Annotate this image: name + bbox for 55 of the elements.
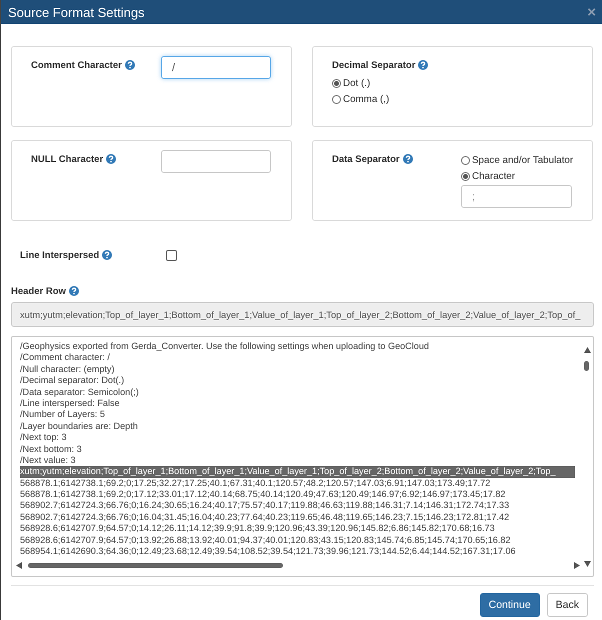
input-field[interactable] — [161, 150, 271, 173]
help-icon[interactable] — [418, 60, 428, 70]
text-line: 568954.1;6142690.3;64.36;0;12.49;23.68;12.49;39.54;108.52;39.54;121.73;39.96;121.73;144.52;6.44;144.52;167.31;17.06 — [20, 546, 517, 558]
help-icon[interactable] — [124, 60, 135, 70]
text-line: /Null character: (empty) — [20, 364, 116, 376]
text-line: /Layer boundaries are: Depth — [20, 420, 139, 432]
field-label: Line Interspersed — [20, 250, 100, 260]
radio-button[interactable] — [461, 172, 470, 180]
text-line: 568902.7;6142724.3;66.76;0;16.24;30.65;16.24;40.17;75.57;40.17;119.88;46.63;119.88;146.31;7.14;146.31;172.74;17.33 — [20, 500, 510, 512]
text-line: /Next bottom: 3 — [20, 444, 83, 455]
checkbox[interactable] — [166, 250, 177, 260]
radio-label: Character — [472, 170, 516, 182]
help-icon[interactable] — [68, 286, 79, 296]
input-field[interactable]: ; — [461, 185, 572, 208]
vertical-scrollbar[interactable] — [582, 347, 592, 567]
radio-button[interactable] — [332, 94, 341, 104]
up-arrow-icon[interactable] — [584, 347, 591, 353]
scrollbar-thumb[interactable] — [28, 563, 283, 568]
text-line: 568928.6;6142707.9;64.57;0;13.92;26.88;13.92;40.01;94.37;40.01;120.83;43.15;120.83;145.74;6.85;145.74;170.65;16.82 — [20, 534, 512, 546]
text-line: /Comment character: / — [20, 352, 111, 364]
down-arrow-icon[interactable] — [584, 561, 591, 567]
input-field: xutm;yutm;elevation;Top_of_layer_1;Bottom_of_layer_1;Value_of_layer_1;Top_of_layer_2;Bottom_of_layer_2;Value_of_layer_2;Top_of_ — [11, 302, 594, 327]
text-area[interactable] — [11, 336, 594, 577]
left-arrow-icon[interactable] — [16, 562, 22, 569]
help-icon[interactable] — [106, 154, 116, 164]
input-field[interactable]: / — [161, 56, 271, 79]
field-label: Header Row — [11, 286, 66, 296]
text-line: 568902.7;6142724.3;66.76;0;16.04;31.45;16.04;40.23;77.64;40.23;119.65;46.48;119.65;146.23;7.15;146.23;172.81;17.42 — [20, 512, 510, 524]
text-line: /Line interspersed: False — [20, 398, 121, 410]
text-line: /Data separator: Semicolon(;) — [20, 386, 140, 398]
help-icon[interactable] — [402, 154, 413, 164]
field-label: Data Separator — [332, 154, 400, 164]
scrollbar-thumb[interactable] — [584, 361, 589, 371]
field-label: Comment Character — [31, 60, 122, 70]
text-line: /Decimal separator: Dot(.) — [20, 375, 126, 387]
horizontal-scrollbar[interactable] — [16, 560, 580, 570]
radio-button[interactable] — [461, 156, 470, 164]
radio-label: Dot (.) — [343, 78, 370, 88]
radio-button[interactable] — [332, 78, 341, 88]
text-line: 568878.1;6142738.1;69.2;0;17.25;32.27;17.25;40.1;67.31;40.1;120.57;48.2;120.57;147.03;6.91;147.03;173.49;17.72 — [20, 478, 492, 490]
text-line: /Next value: 3 — [20, 454, 77, 466]
window-title: Source Format Settings — [8, 4, 145, 20]
field-label: Decimal Separator — [332, 60, 416, 70]
text-line: /Geophysics exported from Gerda_Converter. Use the following settings when uploading to GeoCloud — [20, 341, 430, 352]
text-line: 568928.6;6142707.9;64.57;0;14.12;26.11;14.12;39.9;91.8;39.9;120.96;43.39;120.96;145.82;6.86;145.82;170.68;16.73 — [20, 523, 496, 535]
text-line: 568878.1;6142738.1;69.2;0;17.12;33.01;17.12;40.14;68.75;40.14;120.49;47.63;120.49;146.97;6.92;146.97;173.45;17.82 — [20, 489, 506, 500]
radio-label: Space and/or Tabulator — [472, 154, 574, 166]
right-arrow-icon[interactable] — [574, 562, 580, 569]
back-button[interactable]: Back — [546, 593, 588, 617]
help-icon[interactable] — [102, 250, 112, 260]
radio-label: Comma (,) — [343, 94, 390, 104]
continue-button[interactable]: Continue — [480, 593, 540, 617]
field-label: NULL Character — [31, 154, 104, 164]
text-line: /Next top: 3 — [20, 432, 68, 444]
text-line: /Number of Layers: 5 — [20, 409, 106, 421]
